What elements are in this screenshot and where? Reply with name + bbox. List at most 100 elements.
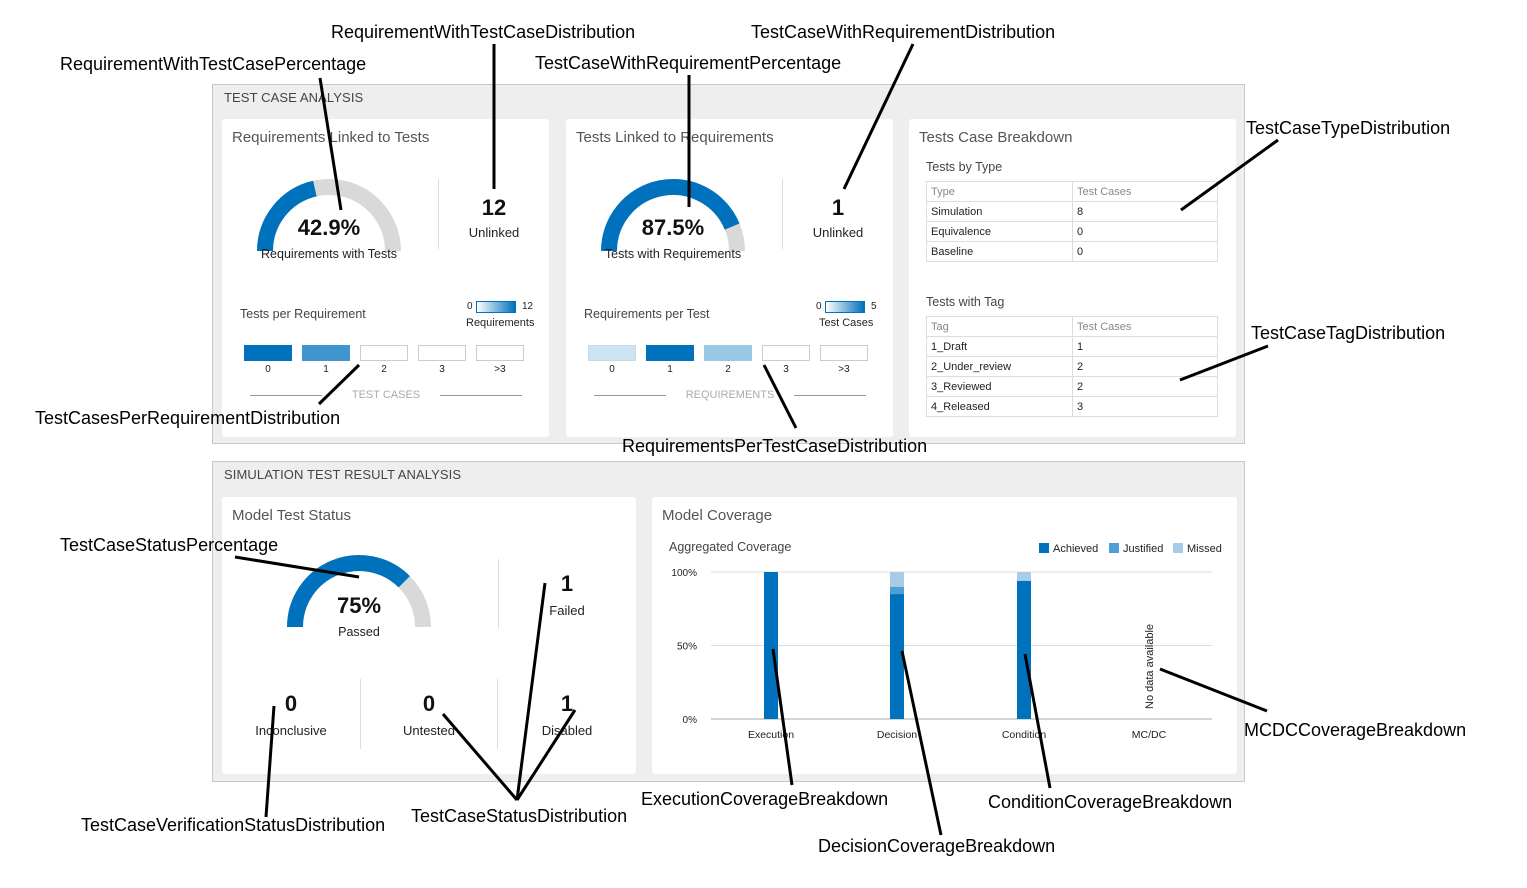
unlinked-label: Unlinked xyxy=(468,225,520,240)
legend-max: 12 xyxy=(522,301,534,312)
bar-segment-justified xyxy=(890,586,904,595)
legend-swatch xyxy=(1039,543,1049,553)
requirements-gauge xyxy=(257,179,401,252)
heatmap-label: 1 xyxy=(667,364,673,375)
header-test-cases: Test Cases xyxy=(1072,181,1218,202)
bar-segment-missed xyxy=(1017,572,1031,581)
annotation-verif-dist: TestCaseVerificationStatusDistribution xyxy=(81,815,386,835)
inconclusive-label: Inconclusive xyxy=(255,723,327,738)
status-gauge xyxy=(287,555,431,628)
axis-title: TEST CASES xyxy=(351,389,421,401)
heatmap-cell[interactable] xyxy=(244,345,292,361)
heatmap-label: >3 xyxy=(494,364,506,375)
disabled-count: 1 xyxy=(560,691,574,716)
gauge-label: Requirements with Tests xyxy=(261,247,397,261)
heatmap-cell[interactable] xyxy=(646,345,694,361)
heatmap-cell[interactable] xyxy=(360,345,408,361)
legend-swatch xyxy=(1173,543,1183,553)
tag-cell: 1_Draft xyxy=(926,336,1073,357)
legend-unit: Requirements xyxy=(466,317,535,329)
heatmap-cell[interactable] xyxy=(762,345,810,361)
y-tick-label: 0% xyxy=(683,715,698,726)
tag-cell: 4_Released xyxy=(926,396,1073,417)
x-tick-label: Decision xyxy=(877,729,917,741)
legend-gradient xyxy=(476,301,516,313)
annotation-req-per-tc: RequirementsPerTestCaseDistribution xyxy=(622,436,928,456)
axis-line-right xyxy=(794,395,866,396)
count-cell: 2 xyxy=(1072,376,1218,397)
table-row: 1_Draft 1 xyxy=(926,336,1218,357)
requirements-linked-card[interactable]: Requirements Linked to Tests 42.9% Requi… xyxy=(222,119,549,437)
legend-unit: Test Cases xyxy=(819,317,874,329)
untested-label: Untested xyxy=(402,723,456,738)
bar-segment-achieved xyxy=(890,594,904,719)
untested-count: 0 xyxy=(422,691,436,716)
annotation-tag-dist: TestCaseTagDistribution xyxy=(1251,323,1446,343)
legend-min: 0 xyxy=(816,301,822,312)
heatmap-cell[interactable] xyxy=(476,345,524,361)
y-tick-label: 50% xyxy=(677,642,697,653)
table-row: 3_Reviewed 2 xyxy=(926,376,1218,397)
annotation-cond-cov: ConditionCoverageBreakdown xyxy=(988,792,1233,812)
heatmap-cell[interactable] xyxy=(704,345,752,361)
table-row: Simulation 8 xyxy=(926,201,1218,222)
heatmap-label: 1 xyxy=(323,364,329,375)
inconclusive-count: 0 xyxy=(284,691,298,716)
legend-label: Justified xyxy=(1123,543,1163,555)
annotation-tc-dist: TestCaseWithRequirementDistribution xyxy=(751,22,1056,42)
card-title: Model Test Status xyxy=(232,507,351,524)
heatmap-label: 3 xyxy=(439,364,445,375)
gauge-label: Tests with Requirements xyxy=(604,247,742,261)
gauge-value: 42.9% xyxy=(297,215,361,240)
breakdown-card[interactable]: Tests Case Breakdown Tests by Type Type … xyxy=(909,119,1236,437)
divider xyxy=(360,679,361,749)
heatmap-cell[interactable] xyxy=(302,345,350,361)
test-case-analysis-section: TEST CASE ANALYSIS Requirements Linked t… xyxy=(212,84,1245,444)
x-tick-label: Condition xyxy=(1002,729,1047,741)
card-title: Tests Case Breakdown xyxy=(919,129,1073,146)
gauge-value: 87.5% xyxy=(641,215,705,240)
table-header-row: Tag Test Cases xyxy=(926,316,1218,337)
no-data-label: No data available xyxy=(1144,624,1156,709)
annotation-dec-cov: DecisionCoverageBreakdown xyxy=(818,836,1056,856)
annotation-type-dist: TestCaseTypeDistribution xyxy=(1246,118,1451,138)
annotation-req-pct: RequirementWithTestCasePercentage xyxy=(60,54,367,74)
legend-gradient xyxy=(825,301,865,313)
model-test-status-card[interactable]: Model Test Status 75% Passed 1 Failed 0 … xyxy=(222,497,636,774)
tests-gauge xyxy=(601,179,745,252)
failed-count: 1 xyxy=(560,571,574,596)
tests-with-tag-table: Tag Test Cases 1_Draft 1 2_Under_review 2 … xyxy=(926,316,1218,417)
divider xyxy=(497,679,498,749)
unlinked-count: 1 xyxy=(831,195,845,220)
heatmap-label: 0 xyxy=(609,364,615,375)
tests-linked-card[interactable]: Tests Linked to Requirements 87.5% Tests… xyxy=(566,119,893,437)
type-cell: Equivalence xyxy=(926,221,1073,242)
bar-segment-achieved xyxy=(764,572,778,719)
distribution-title: Requirements per Test xyxy=(584,307,710,321)
count-cell: 8 xyxy=(1072,201,1218,222)
heatmap-cell[interactable] xyxy=(418,345,466,361)
bar-segment-achieved xyxy=(1017,580,1031,719)
axis-line-right xyxy=(440,395,522,396)
model-coverage-card[interactable]: Model Coverage Aggregated Coverage 0% 50%… xyxy=(652,497,1237,774)
gauge-label: Passed xyxy=(338,625,380,639)
heatmap-cell[interactable] xyxy=(820,345,868,361)
y-tick-label: 100% xyxy=(671,568,697,579)
type-cell: Simulation xyxy=(926,201,1073,222)
table-row: 2_Under_review 2 xyxy=(926,356,1218,377)
tag-cell: 3_Reviewed xyxy=(926,376,1073,397)
legend-swatch xyxy=(1109,543,1119,553)
heatmap-label: 3 xyxy=(783,364,789,375)
heatmap-label: 2 xyxy=(725,364,731,375)
tests-by-type-table: Type Test Cases Simulation 8 Equivalence 0… xyxy=(926,181,1218,262)
unlinked-label: Unlinked xyxy=(812,225,864,240)
heatmap-cell[interactable] xyxy=(588,345,636,361)
coverage-chart: 0% 50% 100% Achieved Justified Missed Executio… xyxy=(671,543,1222,741)
simulation-analysis-section: SIMULATION TEST RESULT ANALYSIS Model Te… xyxy=(212,461,1245,782)
tests-by-type-title: Tests by Type xyxy=(926,160,1003,174)
section-title: SIMULATION TEST RESULT ANALYSIS xyxy=(224,467,462,482)
annotation-tc-pct: TestCaseWithRequirementPercentage xyxy=(535,53,842,73)
header-type: Type xyxy=(926,181,1073,202)
heatmap-label: >3 xyxy=(838,364,850,375)
table-row: Equivalence 0 xyxy=(926,221,1218,242)
